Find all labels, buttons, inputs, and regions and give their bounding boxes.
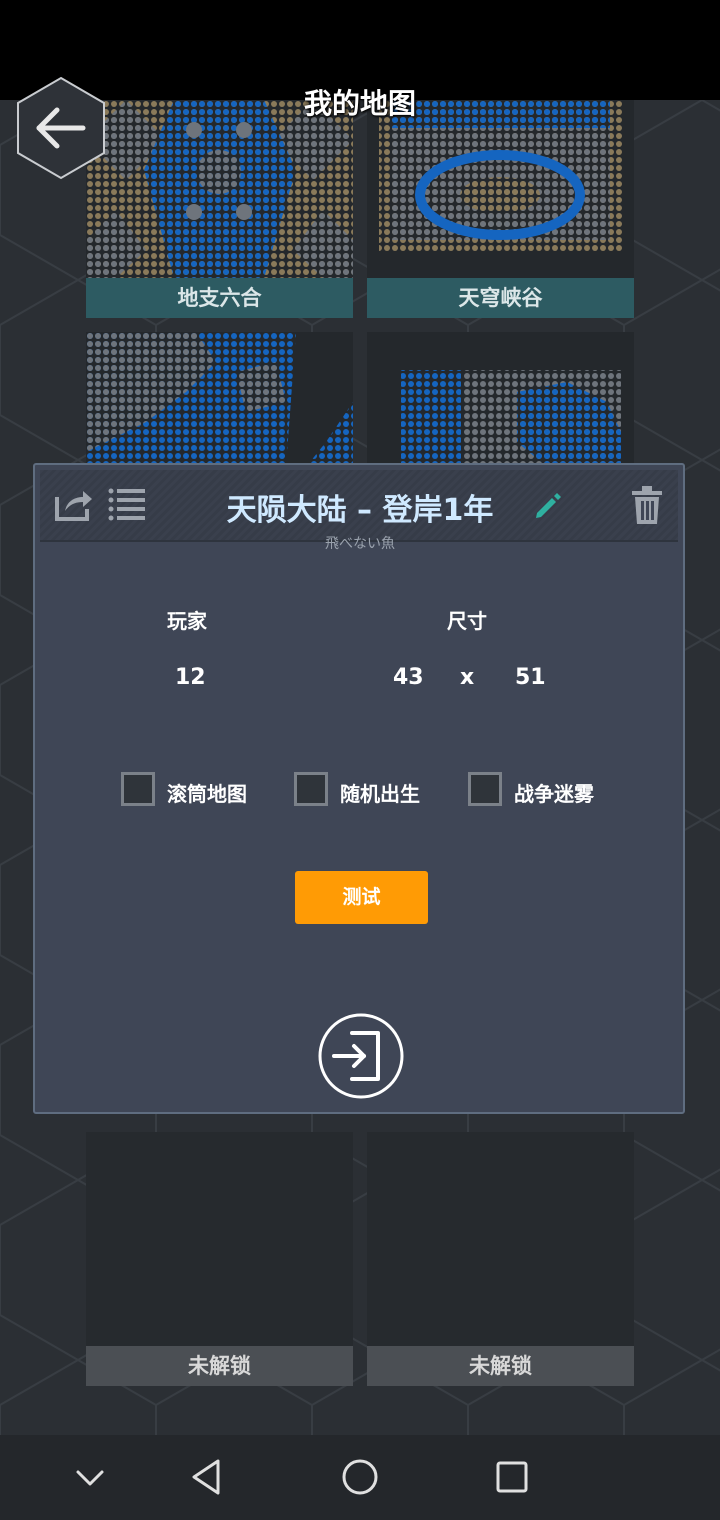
nav-recents-icon[interactable] [494, 1459, 530, 1495]
page-title: 我的地图 [303, 87, 416, 120]
random-spawn-checkbox[interactable] [294, 772, 328, 806]
map-card-2[interactable]: 天穹峡谷 [367, 100, 634, 318]
map-thumbnail [86, 100, 353, 278]
nav-collapse-icon[interactable] [74, 1464, 106, 1490]
map-author: 飛べない魚 [325, 536, 395, 552]
map-thumbnail [401, 370, 621, 467]
map-card-locked-2[interactable]: 未解锁 [367, 1132, 634, 1386]
trash-icon[interactable] [630, 485, 664, 525]
players-value: 12 [175, 665, 206, 690]
wrap-map-label: 滚筒地图 [167, 782, 247, 806]
map-card-1[interactable]: 地支六合 [86, 100, 353, 318]
map-thumbnail [86, 332, 353, 467]
size-label: 尺寸 [447, 609, 487, 633]
locked-label: 未解锁 [86, 1346, 353, 1386]
wrap-map-checkbox[interactable] [121, 772, 155, 806]
map-card-label: 地支六合 [86, 278, 353, 318]
edit-pencil-icon[interactable] [533, 491, 563, 521]
enter-icon [332, 1031, 380, 1081]
map-card-3[interactable] [86, 332, 353, 467]
random-spawn-label: 随机出生 [340, 782, 420, 806]
nav-back-icon[interactable] [188, 1457, 224, 1497]
size-width-value: 43 [393, 665, 424, 690]
map-detail-dialog: 天陨大陆 – 登岸1年 飛べない魚 玩家 尺寸 12 43 x 51 滚筒地图 … [33, 463, 685, 1114]
size-height-value: 51 [515, 665, 546, 690]
size-separator: x [460, 665, 475, 690]
nav-home-icon[interactable] [340, 1457, 380, 1497]
players-label: 玩家 [167, 609, 207, 633]
locked-label: 未解锁 [367, 1346, 634, 1386]
map-name: 天陨大陆 – 登岸1年 [226, 493, 494, 528]
map-card-label: 天穹峡谷 [367, 278, 634, 318]
fog-of-war-label: 战争迷雾 [514, 782, 594, 806]
back-button[interactable] [15, 76, 107, 180]
map-card-4[interactable] [367, 332, 634, 467]
map-thumbnail [379, 100, 622, 252]
system-navigation-bar [0, 1435, 720, 1520]
enter-button[interactable] [318, 1013, 404, 1099]
test-button[interactable]: 测试 [295, 871, 428, 924]
fog-of-war-checkbox[interactable] [468, 772, 502, 806]
map-card-locked-1[interactable]: 未解锁 [86, 1132, 353, 1386]
